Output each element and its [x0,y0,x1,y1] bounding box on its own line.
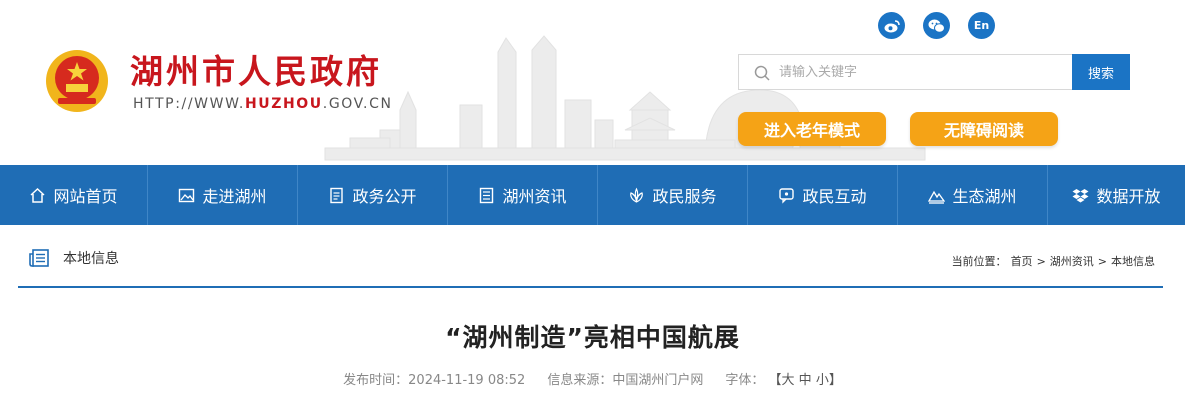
font-size-bracket-close: 】 [828,373,842,388]
breadcrumb-link-home[interactable]: 首页 [1011,255,1033,268]
elder-mode-button[interactable]: 进入老年模式 [738,112,886,146]
wechat-button[interactable] [923,12,950,39]
breadcrumb-prefix: 当前位置： [951,255,1007,268]
nav-item-interaction[interactable]: 政民互动 [748,165,898,225]
breadcrumb: 当前位置： 首页 > 湖州资讯 > 本地信息 [950,253,1157,269]
news-icon [480,187,494,203]
breadcrumb-separator: > [1097,255,1107,268]
nav-item-gov-affairs[interactable]: 政务公开 [298,165,448,225]
publish-time: 2024-11-19 08:52 [408,373,526,388]
nav-item-label: 生态湖州 [952,187,1017,206]
picture-icon [179,188,195,202]
nav-item-label: 政民互动 [802,187,867,206]
search-input[interactable] [777,64,1061,81]
lotus-icon [630,187,644,203]
article-meta: 发布时间：2024-11-19 08:52 信息来源：中国湖州门户网 字体： 【大 … [0,369,1185,388]
accessible-reading-button[interactable]: 无障碍阅读 [910,112,1058,146]
wechat-icon [928,19,945,33]
nav-item-label: 政民服务 [652,187,717,206]
font-size-large-button[interactable]: 大 [782,373,795,388]
section-title: 本地信息 [63,251,119,267]
english-button[interactable]: En [968,12,995,39]
site-url: HTTP://WWW.HUZHOU.GOV.CN [133,96,393,112]
url-highlight: HUZHOU [244,96,323,112]
nav-item-open-data[interactable]: 数据开放 [1048,165,1185,225]
search-button[interactable]: 搜索 [1072,54,1130,90]
breadcrumb-link-news[interactable]: 湖州资讯 [1050,255,1094,268]
nav-item-news[interactable]: 湖州资讯 [448,165,598,225]
section-header: 本地信息 当前位置： 首页 > 湖州资讯 > 本地信息 [18,242,1163,288]
home-icon [30,187,45,203]
nav-item-label: 数据开放 [1096,187,1161,206]
mountain-icon [928,190,946,204]
nav-item-label: 走进湖州 [202,187,267,206]
font-size-label: 字体： [725,373,765,388]
national-emblem-icon [46,50,108,112]
publish-label: 发布时间： [343,373,409,388]
nav-item-home[interactable]: 网站首页 [0,165,148,225]
site-title[interactable]: 湖州市人民政府 [130,52,382,92]
article-title: “湖州制造”亮相中国航展 [445,323,740,352]
url-prefix: HTTP://WWW. [133,96,245,112]
newspaper-icon [29,249,49,267]
english-icon: En [973,19,990,32]
breadcrumb-link-local-info[interactable]: 本地信息 [1111,255,1155,268]
main-nav: 网站首页 走进湖州 政务公开 湖州资讯 政民服务 政民互动 生态湖州 数据开放 [0,165,1185,225]
nav-item-services[interactable]: 政民服务 [598,165,748,225]
url-suffix: .GOV.CN [322,96,393,112]
dropbox-icon [1072,188,1089,202]
source-label: 信息来源： [547,373,613,388]
weibo-icon [884,19,900,32]
search-icon [754,65,770,81]
weibo-button[interactable] [878,12,905,39]
font-size-bracket-open: 【 [768,373,782,388]
breadcrumb-separator: > [1036,255,1046,268]
nav-item-label: 政务公开 [352,187,417,206]
nav-item-about[interactable]: 走进湖州 [148,165,298,225]
nav-item-label: 网站首页 [53,187,118,206]
font-size-medium-button[interactable]: 中 [799,373,812,388]
nav-item-ecology[interactable]: 生态湖州 [898,165,1048,225]
chat-icon [779,187,795,204]
site-header: 湖州市人民政府 HTTP://WWW.HUZHOU.GOV.CN En 搜索 进… [0,0,1185,165]
source-value: 中国湖州门户网 [612,373,704,388]
document-icon [330,187,344,203]
search-box [738,54,1072,90]
font-size-small-button[interactable]: 小 [816,373,829,388]
nav-item-label: 湖州资讯 [502,187,567,206]
